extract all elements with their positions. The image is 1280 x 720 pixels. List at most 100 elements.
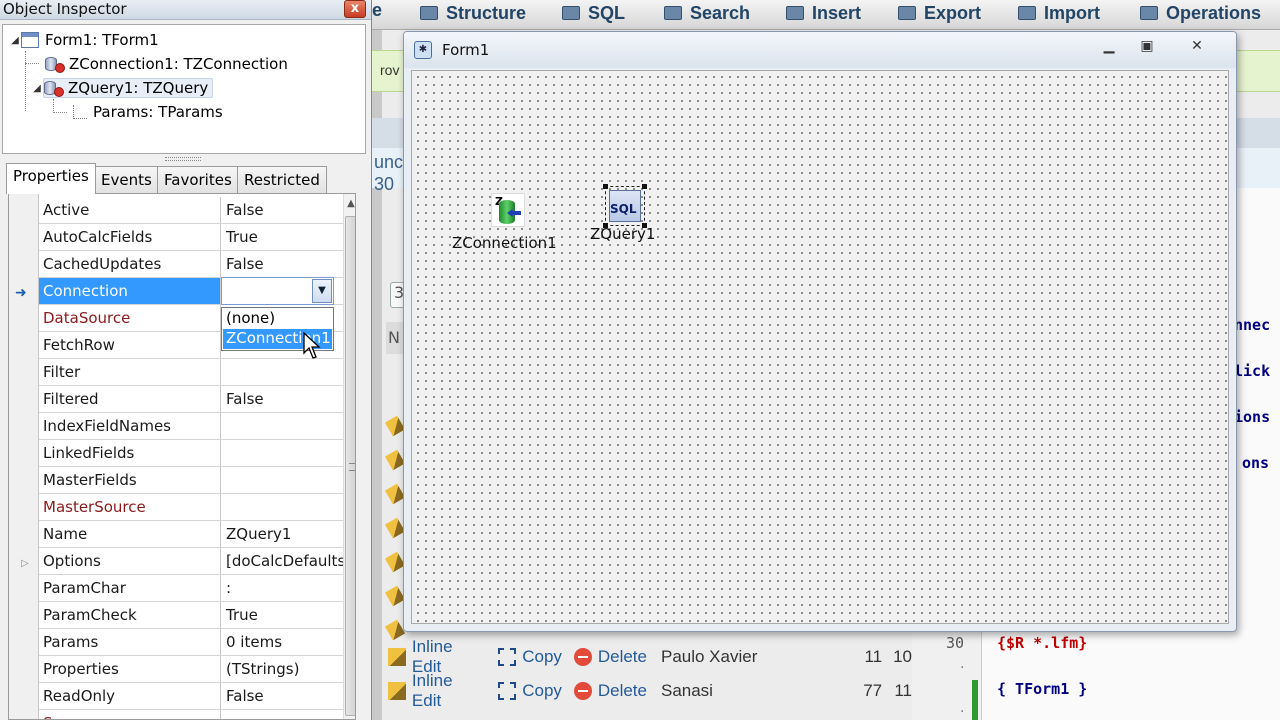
property-row[interactable]: Properties (TStrings)	[39, 656, 343, 683]
property-grid-scrollbar[interactable]: ▲	[343, 194, 355, 719]
tree-node-label: Form1: TForm1	[45, 31, 159, 49]
tree-node-zconnection1[interactable]: ZConnection1: TZConnection	[45, 53, 288, 75]
tree-line	[25, 51, 26, 111]
property-value[interactable]: False	[222, 386, 343, 412]
property-row[interactable]: MasterFields	[39, 467, 343, 494]
property-value[interactable]	[222, 467, 343, 493]
property-name: Properties	[39, 656, 221, 682]
property-value[interactable]: False	[222, 251, 343, 277]
code-fragment: lick	[1234, 362, 1271, 380]
chevron-down-icon[interactable]: ▼	[312, 279, 332, 303]
property-row[interactable]: Name ZQuery1	[39, 521, 343, 548]
inline-edit-link[interactable]: Inline Edit	[412, 671, 486, 711]
dropdown-option-none[interactable]: (none)	[223, 309, 332, 329]
property-value[interactable]	[222, 494, 343, 520]
property-value[interactable]: :	[222, 575, 343, 601]
code-line: { TForm1 }	[997, 680, 1088, 698]
tab-properties[interactable]: Properties	[6, 163, 96, 194]
property-row[interactable]: IndexFieldNames	[39, 413, 343, 440]
property-row[interactable]: ParamCheck True	[39, 602, 343, 629]
scroll-up-icon[interactable]: ▲	[344, 194, 355, 214]
property-value[interactable]	[222, 710, 343, 719]
property-row[interactable]: ParamChar:	[39, 575, 343, 602]
bg-tab-search[interactable]: Search	[664, 0, 750, 26]
bg-tab-import[interactable]: Import	[1018, 0, 1100, 26]
bg-tab-structure[interactable]: Structure	[420, 0, 526, 26]
property-value[interactable]: False	[222, 197, 343, 223]
tree-node-form1[interactable]: ◢ Form1: TForm1	[9, 29, 159, 51]
object-inspector-titlebar[interactable]: Object Inspector x	[0, 0, 371, 20]
property-name: DataSource	[39, 305, 221, 331]
property-name: Filter	[39, 359, 221, 385]
tab-favorites[interactable]: Favorites	[157, 166, 239, 193]
property-value[interactable]: False	[222, 683, 343, 709]
bg-tab-insert[interactable]: Insert	[786, 0, 861, 26]
property-name: ReadOnly	[39, 683, 221, 709]
property-value[interactable]	[222, 413, 343, 439]
delete-link[interactable]: Delete	[598, 681, 647, 701]
property-value[interactable]	[222, 440, 343, 466]
property-value[interactable]: [doCalcDefaults	[222, 548, 343, 574]
component-tree[interactable]: ◢ Form1: TForm1 ZConnection1: TZConnecti…	[2, 24, 366, 154]
property-row[interactable]: Params 0 items	[39, 629, 343, 656]
property-value[interactable]: (TStrings)	[222, 656, 343, 682]
property-value[interactable]	[222, 359, 343, 385]
delete-icon	[573, 648, 592, 666]
tree-node-zquery1[interactable]: ◢ ZQuery1: TZQuery	[31, 77, 214, 99]
property-grid[interactable]: ➜ ▷ Active False AutoCalcFields True CachedU…	[8, 193, 356, 720]
row-name: Paulo Xavier	[660, 647, 758, 666]
property-row[interactable]: Sequence	[39, 710, 343, 719]
copy-link[interactable]: Copy	[522, 681, 562, 701]
tree-node-params[interactable]: Params: TParams	[73, 101, 223, 123]
form1-window: ✱ Form1 ▁ ▣ ✕ Z ZConnection1 SQL ZQuery1	[403, 31, 1237, 632]
bg-tab-sql[interactable]: SQL	[562, 0, 625, 26]
zquery1-component[interactable]: SQL	[603, 184, 647, 228]
property-value[interactable]: True	[222, 602, 343, 628]
close-button[interactable]: x	[344, 0, 366, 18]
connection-combobox[interactable]: ▼	[221, 277, 334, 305]
copy-link[interactable]: Copy	[522, 647, 562, 667]
minimize-button[interactable]: ▁	[1094, 36, 1124, 56]
delete-link[interactable]: Delete	[598, 647, 647, 667]
resize-handle[interactable]	[642, 184, 647, 189]
selection-frame	[605, 186, 645, 226]
property-row[interactable]: LinkedFields	[39, 440, 343, 467]
property-value[interactable]: ZQuery1	[222, 521, 343, 547]
bg-tab-bar: e Structure SQL Search Insert Export Imp…	[372, 0, 1280, 30]
collapse-arrow-icon[interactable]: ◢	[9, 35, 21, 46]
copy-icon	[498, 682, 517, 700]
property-value[interactable]: True	[222, 224, 343, 250]
form1-design-surface[interactable]: Z ZConnection1 SQL ZQuery1	[411, 70, 1229, 624]
form1-titlebar[interactable]: ✱ Form1 ▁ ▣ ✕	[404, 32, 1236, 68]
property-value[interactable]: 0 items	[222, 629, 343, 655]
bg-tab-export[interactable]: Export	[898, 0, 981, 26]
scrollbar-thumb[interactable]	[345, 216, 355, 716]
property-row[interactable]: Active False	[39, 197, 343, 224]
property-row[interactable]: Filter	[39, 359, 343, 386]
zconnection1-component[interactable]: Z	[491, 193, 525, 227]
bg-tab-operations[interactable]: Operations	[1140, 0, 1261, 26]
property-name: Sequence	[39, 710, 221, 719]
property-row[interactable]: AutoCalcFields True	[39, 224, 343, 251]
property-name: ParamChar	[39, 575, 221, 601]
bg-tab-partial[interactable]: e	[372, 0, 382, 21]
property-row[interactable]: Options [doCalcDefaults	[39, 548, 343, 575]
tree-node-label: ZQuery1: TZQuery	[68, 79, 209, 97]
property-row[interactable]: MasterSource	[39, 494, 343, 521]
property-name: Active	[39, 197, 221, 223]
property-name: CachedUpdates	[39, 251, 221, 277]
resize-handle[interactable]	[603, 184, 608, 189]
collapse-arrow-icon[interactable]: ◢	[31, 83, 43, 94]
tab-restricted[interactable]: Restricted	[237, 166, 327, 193]
property-row[interactable]: Filtered False	[39, 386, 343, 413]
property-name: AutoCalcFields	[39, 224, 221, 250]
splitter-handle[interactable]	[165, 157, 201, 161]
property-row[interactable]: ReadOnly False	[39, 683, 343, 710]
property-row[interactable]: CachedUpdates False	[39, 251, 343, 278]
maximize-button[interactable]: ▣	[1132, 36, 1162, 56]
expand-arrow-icon[interactable]: ▷	[21, 558, 29, 569]
property-name: IndexFieldNames	[39, 413, 221, 439]
bg-success-text: rov	[380, 62, 400, 78]
tab-events[interactable]: Events	[94, 166, 159, 193]
window-close-button[interactable]: ✕	[1182, 36, 1212, 56]
